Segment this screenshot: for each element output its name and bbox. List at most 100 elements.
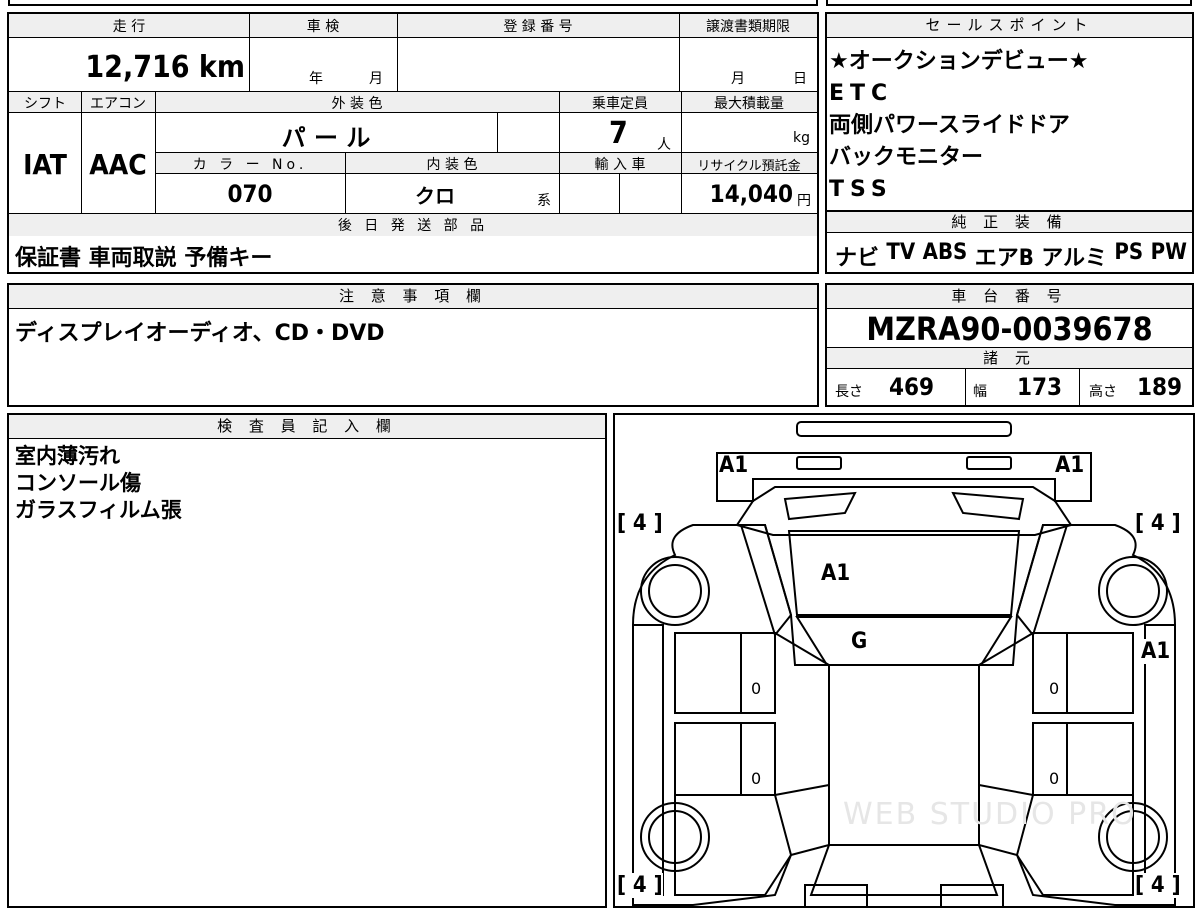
later-parts-box: 保証書 車両取説 予備キー: [7, 236, 819, 274]
vline: [1079, 369, 1080, 405]
sales-point-item: ETC: [829, 81, 894, 106]
inspector-line: 室内薄汚れ: [15, 444, 120, 468]
color-no-label: カ ラ ー No.: [192, 157, 308, 173]
vline: [559, 91, 560, 213]
car-diagram-box: A1 A1 A1 G A1 0 0 0 0 [ 4 ] [ 4 ] [ 4 ] …: [613, 413, 1195, 908]
vline: [249, 14, 250, 91]
sales-points-label: セールスポイント: [827, 14, 1192, 38]
interior-value: クロ: [415, 184, 455, 208]
shift-value: IAT: [23, 148, 67, 181]
width-value: 173: [1017, 373, 1063, 401]
length-label: 長さ: [835, 384, 863, 400]
headlight-right: [966, 456, 1012, 470]
mark-roof-front: G: [851, 629, 868, 654]
capacity-value: 7: [609, 116, 628, 151]
vline: [81, 91, 82, 213]
mark-front-right: A1: [1055, 453, 1085, 478]
watermark: WEB STUDIO PRO: [843, 797, 1137, 832]
chassis-box: 車 台 番 号 MZRA90-0039678 諸 元 長さ 469 幅 173 …: [825, 283, 1194, 407]
tire-fr: [ 4 ]: [1135, 511, 1181, 536]
sales-point-item: TSS: [829, 177, 893, 202]
sales-points-list: ★オークションデビュー★ ETC 両側パワースライドドア バックモニター TSS: [829, 46, 1088, 206]
vline: [397, 14, 398, 91]
equipment-item: ナビ: [835, 246, 880, 271]
top-edge-strip: [8, 0, 818, 6]
vline: [497, 113, 498, 152]
right-front-door: [1032, 632, 1134, 714]
wheel-front-left: [640, 556, 710, 626]
registration-label: 登 録 番 号: [503, 19, 573, 35]
tire-rl: [ 4 ]: [617, 873, 663, 898]
mileage-label: 走 行: [112, 19, 146, 35]
vline: [345, 152, 346, 213]
ac-label: エアコン: [90, 96, 146, 112]
chassis-label: 車 台 番 号: [827, 285, 1192, 309]
vline: [965, 369, 966, 405]
length-value: 469: [889, 373, 935, 401]
exterior-value: パ ー ル: [281, 124, 371, 152]
notes-text: ディスプレイオーディオ、CD・DVD: [15, 321, 385, 346]
equipment-item: アルミ: [1041, 246, 1107, 271]
payload-unit: kg: [793, 130, 810, 146]
recycle-label: リサイクル預託金: [697, 159, 801, 174]
payload-label: 最大積載量: [714, 96, 784, 112]
specs-label: 諸 元: [827, 347, 1192, 369]
mark-door-rr: 0: [1049, 769, 1060, 788]
shift-label: シフト: [24, 96, 66, 112]
car-diagram: [632, 421, 1176, 906]
front-bumper: [716, 452, 1092, 502]
inspector-line: ガラスフィルム張: [15, 498, 182, 522]
recycle-value: 14,040: [709, 180, 793, 208]
sales-points-box: セールスポイント ★オークションデビュー★ ETC 両側パワースライドドア バッ…: [825, 12, 1194, 212]
front-emblem-strip: [796, 421, 1012, 437]
vline: [681, 91, 682, 213]
inspection-month: 月: [369, 71, 383, 87]
inspection-label: 車 検: [306, 19, 340, 35]
tire-rr: [ 4 ]: [1135, 873, 1181, 898]
mileage-value: 12,716 km: [85, 50, 245, 85]
rear-glass: [809, 844, 999, 896]
inspection-year: 年: [309, 71, 323, 87]
vline: [155, 91, 156, 213]
specs-row: 長さ 469 幅 173 高さ 189: [827, 369, 1192, 405]
interior-label: 内 装 色: [426, 157, 478, 173]
left-rear-panel: [674, 794, 793, 896]
import-label: 輸 入 車: [594, 157, 646, 173]
sales-point-item: ★オークションデビュー★: [829, 49, 1089, 74]
vline: [679, 14, 680, 91]
inspector-line: コンソール傷: [15, 471, 141, 495]
vline: [619, 174, 620, 213]
interior-unit: 系: [537, 193, 551, 209]
later-parts-label: 後 日 発 送 部 品: [337, 218, 489, 234]
wheel-front-right: [1098, 556, 1168, 626]
transfer-day: 日: [793, 71, 807, 87]
notes-box: 注 意 事 項 欄 ディスプレイオーディオ、CD・DVD: [7, 283, 819, 407]
right-mirror-panel: [1015, 524, 1069, 638]
mark-door-fl: 0: [751, 679, 762, 698]
capacity-label: 乗車定員: [592, 96, 648, 112]
equipment-label: 純 正 装 備: [827, 212, 1192, 233]
transfer-month: 月: [731, 71, 745, 87]
equipment-item: ABS: [922, 240, 968, 265]
height-value: 189: [1137, 373, 1183, 401]
chassis-number: MZRA90-0039678: [866, 310, 1153, 348]
capacity-unit: 人: [657, 137, 671, 153]
vehicle-info-grid: 走 行 車 検 登 録 番 号 譲渡書類期限 12,716 km 年 月 月 日…: [7, 12, 819, 238]
height-label: 高さ: [1089, 384, 1117, 400]
equipment-item: TV: [886, 240, 916, 265]
recycle-unit: 円: [797, 193, 811, 209]
roof-front: [795, 616, 1013, 666]
sales-point-item: 両側パワースライドドア: [829, 113, 1070, 138]
headlight-left: [796, 456, 842, 470]
equipment-item: エアB: [974, 246, 1034, 271]
top-edge-strip-right: [826, 0, 1192, 6]
width-label: 幅: [973, 384, 987, 400]
transfer-label: 譲渡書類期限: [706, 19, 790, 35]
mark-right-side: A1: [1141, 639, 1171, 664]
equipment-item: PW: [1150, 240, 1187, 265]
grille-left: [783, 491, 857, 521]
later-parts-items: 保証書 車両取説 予備キー: [15, 246, 273, 271]
color-no-value: 070: [227, 180, 273, 208]
left-front-door: [674, 632, 776, 714]
grille-right: [951, 491, 1025, 521]
